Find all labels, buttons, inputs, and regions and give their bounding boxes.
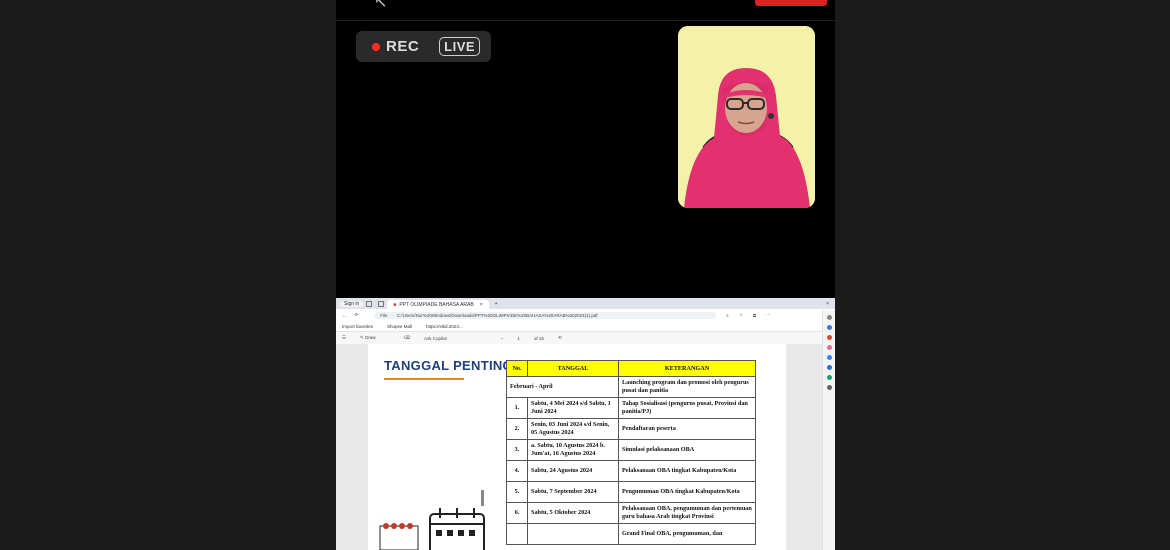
table-row: 1. Sabtu, 4 Mei 2024 s/d Sabtu, 1 Juni 20… [506, 397, 756, 419]
header-tanggal: TANGGAL [527, 360, 619, 377]
favorite-star-icon[interactable]: ☆ [739, 312, 743, 318]
cell-keterangan: Launching program dan promosi oleh pengu… [618, 376, 756, 398]
signin-button[interactable]: Sign in [340, 300, 364, 307]
calendar-icon [379, 508, 485, 550]
table-row: Februari - April Launching program dan pr… [506, 376, 756, 398]
table-row: 2. Senin, 03 Juni 2024 s/d Senin, 05 Agus… [506, 418, 756, 440]
back-icon[interactable]: ↖ [374, 0, 387, 12]
meeting-stage: ↖ REC LIVE Sign in ■ PPT OLIMPIADE BAHAS… [336, 0, 835, 550]
cell-no: 6. [506, 502, 528, 524]
cell-keterangan: Pelaksanaan OBA tingkat Kabupaten/Kota [618, 460, 756, 482]
file-prefix: File [380, 312, 388, 318]
table-row: Grand Final OBA, pengumuman, dan [506, 523, 756, 545]
address-bar[interactable]: File C:/Users/Nur%20Windows/Downloads/PP… [374, 311, 717, 319]
participant-video[interactable] [678, 26, 815, 208]
cell-no: 4. [506, 460, 528, 482]
address-text: C:/Users/Nur%20Windows/Downloads/PPT%20O… [396, 312, 598, 318]
cell-keterangan: Pendaftaran peserta [618, 418, 756, 440]
address-bar-row: ← ⟳ File C:/Users/Nur%20Windows/Download… [336, 309, 835, 321]
search-icon[interactable] [826, 315, 832, 320]
tab-actions-icon[interactable] [378, 300, 385, 307]
cell-no: 5. [506, 481, 528, 503]
close-window-icon[interactable]: × [826, 301, 829, 307]
cell-keterangan: Tahap Sosialisasi (pengurus pusat, Provi… [618, 397, 756, 419]
cell-tanggal: Sabtu, 7 September 2024 [527, 481, 619, 503]
recording-indicator: REC LIVE [356, 31, 491, 62]
table-header-row: No. TANGGAL KETERANGAN [506, 360, 756, 377]
add-icon[interactable] [826, 385, 832, 390]
pdf-viewport[interactable]: TANGGAL PENTING No. TANGGAL KETERANGAN F… [336, 344, 835, 550]
favorite-item-shopee[interactable]: Shopee Mall [387, 324, 412, 329]
favorite-item-import[interactable]: Import favorites [342, 324, 373, 329]
table-row: 5. Sabtu, 7 September 2024 Pengumuman OBA … [506, 481, 756, 503]
tab-title: PPT OLIMPIADE BAHASA ARAB [399, 301, 474, 308]
pdf-page: TANGGAL PENTING No. TANGGAL KETERANGAN F… [368, 344, 786, 550]
back-icon[interactable]: ← [342, 313, 347, 318]
headset-icon [768, 113, 774, 119]
leave-button[interactable] [755, 0, 827, 6]
live-badge: LIVE [439, 37, 481, 56]
favorites-bar: Import favorites Shopee Mall https://sik… [336, 321, 835, 332]
workspaces-icon[interactable] [366, 300, 373, 307]
cell-tanggal: Senin, 03 Juni 2024 s/d Senin, 05 Agustu… [527, 418, 619, 440]
office-icon[interactable] [826, 355, 832, 360]
cell-tanggal: Sabtu, 24 Agustus 2024 [527, 460, 619, 482]
close-tab-icon[interactable]: × [480, 302, 483, 308]
outlook-icon[interactable] [826, 365, 832, 370]
cell-tanggal [527, 523, 619, 545]
cell-no: 1. [506, 397, 528, 419]
meeting-top-bar: ↖ [336, 0, 835, 21]
new-tab-icon[interactable]: + [495, 301, 498, 307]
page-number-input[interactable]: 1 [517, 336, 520, 341]
cell-no: 3. [506, 439, 528, 461]
tab-pdf[interactable]: ■ PPT OLIMPIADE BAHASA ARAB × [387, 300, 489, 309]
cell-keterangan: Pengumuman OBA tingkat Kabupaten/Kota [618, 481, 756, 503]
heading-underline [384, 378, 464, 380]
shared-screen: Sign in ■ PPT OLIMPIADE BAHASA ARAB × + … [336, 298, 835, 550]
menu-icon[interactable]: ⋯ [766, 312, 771, 318]
games-icon[interactable] [826, 345, 832, 350]
contents-icon[interactable]: ☰ [342, 335, 346, 341]
erase-icon[interactable]: ⌫ [404, 335, 410, 341]
zoom-out-icon[interactable]: − [501, 336, 504, 341]
pdf-icon: ■ [393, 301, 397, 308]
page-heading: TANGGAL PENTING [384, 358, 513, 373]
ask-copilot-button[interactable]: Ask Copilot [424, 336, 447, 341]
table-row: 3. a. Sabtu, 10 Agustus 2024 b. Jum'at, 1… [506, 439, 756, 461]
table-row: 4. Sabtu, 24 Agustus 2024 Pelaksanaan OBA … [506, 460, 756, 482]
favorite-item-sikd[interactable]: https://sikd.2023... [426, 324, 463, 329]
cell-keterangan: Grand Final OBA, pengumuman, dan [618, 523, 756, 545]
table-row: 6. Sabtu, 5 Oktober 2024 Pelaksanaan OBA, … [506, 502, 756, 524]
cell-tanggal: Sabtu, 4 Mei 2024 s/d Sabtu, 1 Juni 2024 [527, 397, 619, 419]
copilot-icon[interactable] [826, 325, 832, 330]
extensions-icon[interactable]: ⧉ [753, 313, 756, 318]
scrollbar-thumb[interactable] [481, 490, 484, 506]
record-dot-icon [372, 42, 380, 51]
zoom-icon[interactable]: ⌕ [726, 313, 729, 318]
tools-icon[interactable] [826, 375, 832, 380]
cell-tanggal: a. Sabtu, 10 Agustus 2024 b. Jum'at, 16 … [527, 439, 619, 461]
browser-sidebar [822, 310, 835, 550]
cell-no [506, 523, 528, 545]
cell-no: 2. [506, 418, 528, 440]
cell-tanggal: Sabtu, 5 Oktober 2024 [527, 502, 619, 524]
shopping-icon[interactable] [826, 335, 832, 340]
browser-tab-bar: Sign in ■ PPT OLIMPIADE BAHASA ARAB × + … [336, 298, 835, 309]
participant-avatar [678, 26, 815, 208]
header-keterangan: KETERANGAN [618, 360, 756, 377]
rotate-icon[interactable]: ⟲ [558, 335, 562, 341]
cell-keterangan: Pelaksanaan OBA, pengumuman dan pertemua… [618, 502, 756, 524]
page-total: of 15 [533, 335, 544, 341]
cell-tanggal: Februari - April [506, 376, 619, 398]
schedule-table: No. TANGGAL KETERANGAN Februari - April L… [506, 360, 756, 545]
draw-button[interactable]: ✎ Draw [360, 335, 390, 341]
rec-label: REC [386, 38, 420, 55]
refresh-icon[interactable]: ⟳ [355, 312, 359, 318]
header-no: No. [506, 360, 528, 377]
cell-keterangan: Simulasi pelaksanaan OBA [618, 439, 756, 461]
